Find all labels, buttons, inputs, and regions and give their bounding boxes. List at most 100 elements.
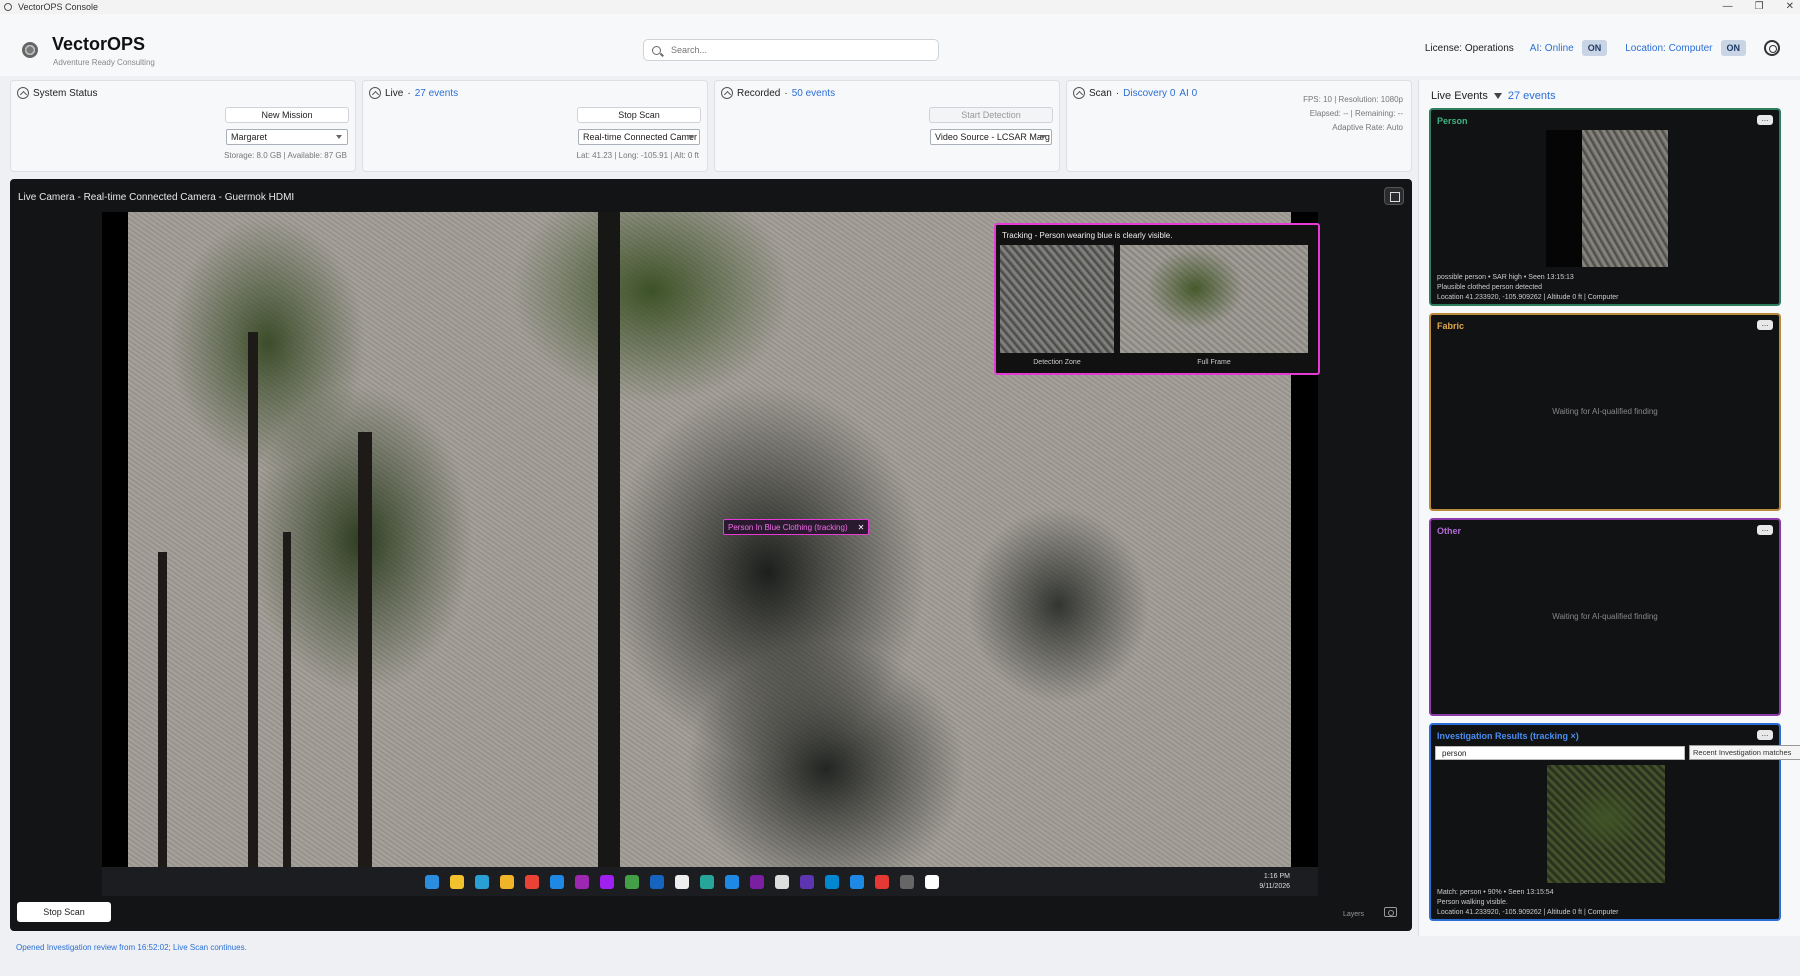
license-label: License: Operations xyxy=(1424,42,1514,54)
taskbar-app-icon[interactable] xyxy=(800,875,814,889)
full-frame-image[interactable] xyxy=(1120,245,1308,353)
ai-status-label: AI: Online xyxy=(1529,42,1574,54)
search-input[interactable] xyxy=(671,45,921,55)
taskbar-app-icon[interactable] xyxy=(675,875,689,889)
investigation-query-input[interactable]: person xyxy=(1435,746,1685,760)
more-menu-button[interactable]: ... xyxy=(1757,730,1773,740)
ai-count[interactable]: AI 0 xyxy=(1179,88,1197,99)
match-summary: Match: person • 90% • Seen 13:15:54 xyxy=(1437,889,1554,896)
tree-trunk xyxy=(358,432,372,867)
storage-info: Storage: 8.0 GB | Available: 87 GB xyxy=(224,151,347,160)
taskbar: 1:16 PM 9/11/2026 xyxy=(102,867,1318,896)
collapse-chevron-icon[interactable] xyxy=(721,87,733,99)
other-card[interactable]: Other ... Waiting for AI-qualified findi… xyxy=(1429,518,1781,716)
person-thumbnail[interactable] xyxy=(1546,130,1668,267)
tracking-title: Tracking - Person wearing blue is clearl… xyxy=(1002,231,1173,240)
recorded-header[interactable]: Recorded · 50 events xyxy=(721,87,835,99)
header-status: License: Operations AI: Online ON Locati… xyxy=(1425,40,1780,56)
finding-location: Location 41.233920, -105.909262 | Altitu… xyxy=(1437,294,1619,301)
discovery-count[interactable]: Discovery 0 xyxy=(1123,88,1175,99)
taskbar-app-icon[interactable] xyxy=(575,875,589,889)
person-card[interactable]: Person ... possible person • SAR high • … xyxy=(1429,108,1781,306)
sidebar-title: Live Events xyxy=(1431,90,1488,102)
taskbar-app-icon[interactable] xyxy=(850,875,864,889)
taskbar-app-icon[interactable] xyxy=(900,875,914,889)
maximize-button[interactable]: ❐ xyxy=(1755,0,1764,14)
taskbar-clock: 1:16 PM 9/11/2026 xyxy=(1259,872,1290,892)
collapse-chevron-icon[interactable] xyxy=(1073,87,1085,99)
new-mission-button[interactable]: New Mission xyxy=(225,107,349,123)
more-menu-button[interactable]: ... xyxy=(1757,525,1773,535)
taskbar-icons xyxy=(425,875,939,889)
taskbar-app-icon[interactable] xyxy=(725,875,739,889)
investigation-tooltip: Recent Investigation matches xyxy=(1689,745,1800,760)
taskbar-app-icon[interactable] xyxy=(825,875,839,889)
detection-label[interactable]: Person In Blue Clothing (tracking) ✕ xyxy=(723,519,870,535)
live-events-sidebar: Live Events 27 events Person ... possibl… xyxy=(1418,80,1800,936)
live-events-header[interactable]: Live Events 27 events xyxy=(1431,90,1556,102)
search-box[interactable] xyxy=(643,39,939,61)
sidebar-events-count[interactable]: 27 events xyxy=(1508,90,1556,102)
more-menu-button[interactable]: ... xyxy=(1757,115,1773,125)
camera-icon[interactable] xyxy=(1384,907,1397,917)
taskbar-app-icon[interactable] xyxy=(875,875,889,889)
scan-rate: Adaptive Rate: Auto xyxy=(1332,123,1403,132)
collapse-chevron-icon[interactable] xyxy=(369,87,381,99)
detection-zone-image[interactable] xyxy=(1000,245,1114,353)
fabric-card[interactable]: Fabric ... Waiting for AI-qualified find… xyxy=(1429,313,1781,511)
live-events-count[interactable]: 27 events xyxy=(415,88,458,99)
app-icon xyxy=(4,3,12,11)
more-menu-button[interactable]: ... xyxy=(1757,320,1773,330)
taskbar-app-icon[interactable] xyxy=(700,875,714,889)
close-icon[interactable]: ✕ xyxy=(858,523,865,532)
finding-summary: possible person • SAR high • Seen 13:15:… xyxy=(1437,274,1574,281)
detection-zone-caption: Detection Zone xyxy=(1033,359,1081,366)
investigation-thumbnail[interactable] xyxy=(1547,765,1665,883)
tree-trunk xyxy=(158,552,167,867)
taskbar-app-icon[interactable] xyxy=(775,875,789,889)
app-header: VectorOPS Adventure Ready Consulting Lic… xyxy=(0,14,1800,76)
close-window-button[interactable]: ✕ xyxy=(1786,0,1794,14)
taskbar-app-icon[interactable] xyxy=(525,875,539,889)
taskbar-app-icon[interactable] xyxy=(750,875,764,889)
minimize-button[interactable]: — xyxy=(1723,0,1733,14)
taskbar-app-icon[interactable] xyxy=(500,875,514,889)
taskbar-app-icon[interactable] xyxy=(450,875,464,889)
taskbar-app-icon[interactable] xyxy=(925,875,939,889)
card-title[interactable]: Investigation Results (tracking ×) xyxy=(1437,731,1579,741)
mission-select[interactable]: Margaret xyxy=(226,129,348,145)
match-location: Location 41.233920, -105.909262 | Altitu… xyxy=(1437,909,1619,916)
taskbar-app-icon[interactable] xyxy=(650,875,664,889)
taskbar-app-icon[interactable] xyxy=(550,875,564,889)
card-title: Other xyxy=(1437,526,1462,536)
system-status-header[interactable]: System Status xyxy=(17,87,97,99)
location-toggle[interactable]: ON xyxy=(1720,40,1746,56)
gear-icon[interactable] xyxy=(1764,40,1780,56)
taskbar-app-icon[interactable] xyxy=(600,875,614,889)
ai-toggle[interactable]: ON xyxy=(1581,40,1608,56)
fullscreen-icon[interactable] xyxy=(1384,187,1404,205)
scan-fps: FPS: 10 | Resolution: 1080p xyxy=(1303,95,1403,104)
taskbar-app-icon[interactable] xyxy=(425,875,439,889)
live-header[interactable]: Live · 27 events xyxy=(369,87,458,99)
scan-panel: Scan · Discovery 0 AI 0 FPS: 10 | Resolu… xyxy=(1066,80,1412,172)
taskbar-app-icon[interactable] xyxy=(625,875,639,889)
camera-select[interactable]: Real-time Connected Camer xyxy=(578,129,700,145)
taskbar-app-icon[interactable] xyxy=(475,875,489,889)
dropdown-triangle-icon[interactable] xyxy=(1493,93,1502,99)
waiting-message: Waiting for AI-qualified finding xyxy=(1552,612,1658,621)
coords-info: Lat: 41.23 | Long: -105.91 | Alt: 0 ft xyxy=(576,151,699,160)
taskbar-date: 9/11/2026 xyxy=(1259,883,1290,890)
collapse-chevron-icon[interactable] xyxy=(17,87,29,99)
investigation-card[interactable]: Investigation Results (tracking ×) ... p… xyxy=(1429,723,1800,921)
location-label: Location: Computer xyxy=(1625,42,1713,54)
card-title: Fabric xyxy=(1437,321,1465,331)
video-source-select[interactable]: Video Source - LCSAR Marg xyxy=(930,129,1052,145)
stop-scan-bottom-button[interactable]: Stop Scan xyxy=(17,902,111,922)
layers-label[interactable]: Layers xyxy=(1343,911,1364,918)
scan-header[interactable]: Scan · Discovery 0 AI 0 xyxy=(1073,87,1197,99)
start-detection-button[interactable]: Start Detection xyxy=(929,107,1053,123)
recorded-events-count[interactable]: 50 events xyxy=(792,88,835,99)
tree-trunk xyxy=(598,212,620,867)
stop-scan-button[interactable]: Stop Scan xyxy=(577,107,701,123)
